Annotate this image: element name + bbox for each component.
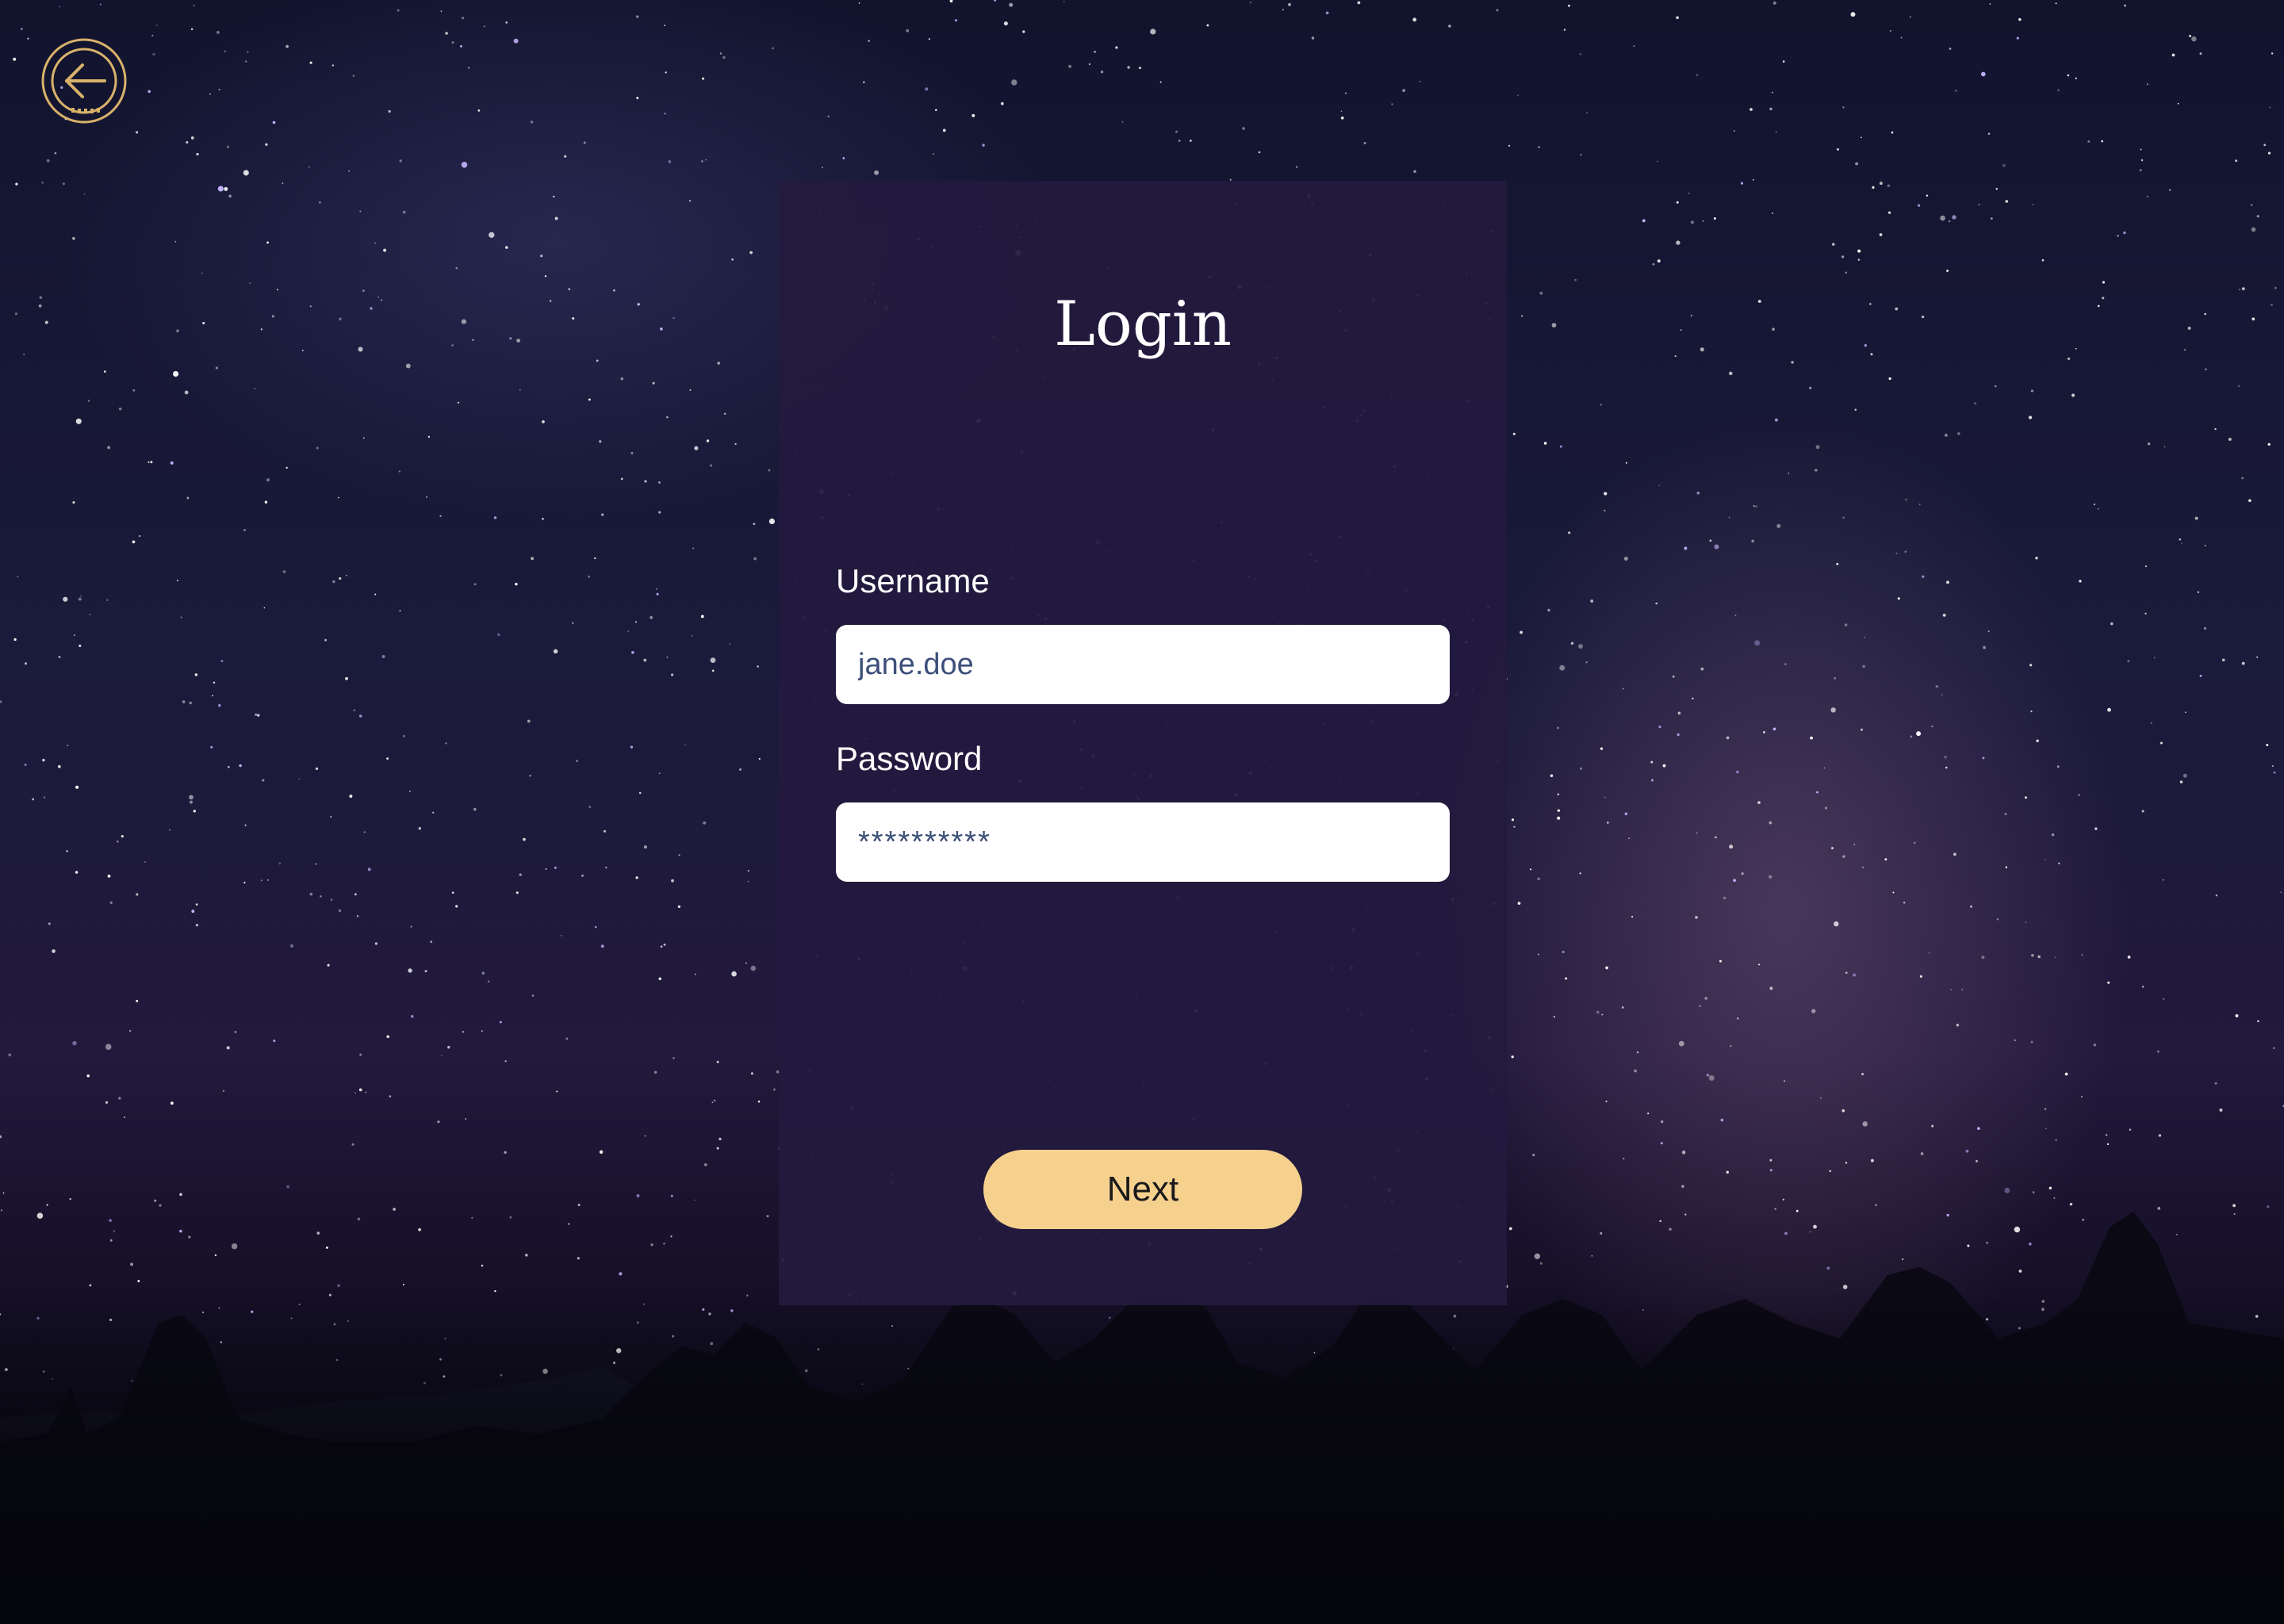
login-card: Login Username Password Next [779, 181, 1507, 1305]
next-button[interactable]: Next [983, 1150, 1302, 1229]
password-label: Password [836, 740, 983, 777]
back-arrow-circle-icon [41, 38, 127, 124]
page-title: Login [1054, 289, 1232, 360]
username-label: Username [836, 562, 990, 599]
ground-shadow [0, 1291, 2284, 1624]
username-field[interactable] [836, 625, 1450, 704]
password-field[interactable] [836, 802, 1450, 882]
back-button[interactable] [40, 36, 128, 125]
login-screen: Login Username Password Next [0, 0, 2284, 1624]
